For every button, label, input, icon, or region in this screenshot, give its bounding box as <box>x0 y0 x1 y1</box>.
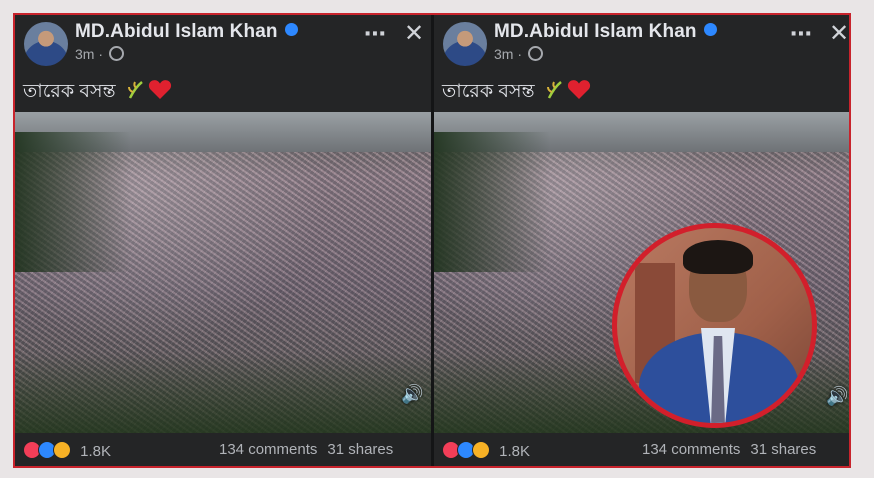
meta-separator: · <box>517 46 523 62</box>
portrait-hair <box>683 240 753 274</box>
photo-foreground <box>15 353 431 433</box>
post-stats: 134 comments 31 shares <box>642 441 816 458</box>
more-options-icon[interactable]: ⋯ <box>364 21 387 47</box>
care-reaction-icon <box>472 441 490 459</box>
post-footer: 1.8K 134 comments 31 shares <box>15 435 431 466</box>
photo-trees <box>15 132 132 272</box>
crowd-photo[interactable] <box>434 112 849 433</box>
post-time[interactable]: 3m <box>75 46 94 62</box>
author-name[interactable]: MD.Abidul Islam Khan <box>75 21 278 42</box>
author-avatar[interactable] <box>24 22 68 66</box>
close-icon[interactable]: ✕ <box>829 19 849 48</box>
caption-text: তারেক বসন্ত <box>23 81 116 102</box>
reactions-summary[interactable]: 1.8K <box>23 441 111 460</box>
rice-sheaf-icon <box>546 81 562 99</box>
reaction-count: 1.8K <box>499 443 531 460</box>
post-meta: 3m · <box>75 46 124 62</box>
globe-icon <box>527 46 543 61</box>
post-caption: তারেক বসন্ত <box>442 77 591 109</box>
facebook-post-left: MD.Abidul Islam Khan 3m · ⋯ ✕ তারেক বসন্… <box>15 15 431 466</box>
author-name-row: MD.Abidul Islam Khan <box>494 21 717 43</box>
comments-link[interactable]: 134 comments <box>642 441 740 458</box>
heart-icon <box>567 80 591 99</box>
comments-link[interactable]: 134 comments <box>219 441 317 458</box>
photo-trees <box>434 132 551 272</box>
close-icon[interactable]: ✕ <box>404 19 424 48</box>
portrait-inset-photo <box>612 223 817 428</box>
care-reaction-icon <box>53 441 71 459</box>
crowd-photo[interactable] <box>15 112 431 433</box>
rice-sheaf-icon <box>127 81 143 99</box>
post-footer: 1.8K 134 comments 31 shares <box>434 435 849 466</box>
speaker-icon[interactable]: 🔊 <box>401 384 423 405</box>
author-name-row: MD.Abidul Islam Khan <box>75 21 298 43</box>
shares-link[interactable]: 31 shares <box>750 441 816 458</box>
post-stats: 134 comments 31 shares <box>219 441 393 458</box>
verified-badge-icon <box>703 23 717 36</box>
heart-icon <box>148 80 172 99</box>
caption-text: তারেক বসন্ত <box>442 81 535 102</box>
more-options-icon[interactable]: ⋯ <box>790 21 813 47</box>
shares-link[interactable]: 31 shares <box>327 441 393 458</box>
author-avatar[interactable] <box>443 22 487 66</box>
post-time[interactable]: 3m <box>494 46 513 62</box>
globe-icon <box>108 46 124 61</box>
reaction-count: 1.8K <box>80 443 112 460</box>
meta-separator: · <box>98 46 104 62</box>
speaker-icon[interactable]: 🔊 <box>826 386 848 407</box>
verified-badge-icon <box>284 23 298 36</box>
post-caption: তারেক বসন্ত <box>23 77 172 109</box>
reactions-summary[interactable]: 1.8K <box>442 441 530 460</box>
post-meta: 3m · <box>494 46 543 62</box>
facebook-post-right: MD.Abidul Islam Khan 3m · ⋯ ✕ তারেক বসন্… <box>434 15 849 466</box>
author-name[interactable]: MD.Abidul Islam Khan <box>494 21 697 42</box>
